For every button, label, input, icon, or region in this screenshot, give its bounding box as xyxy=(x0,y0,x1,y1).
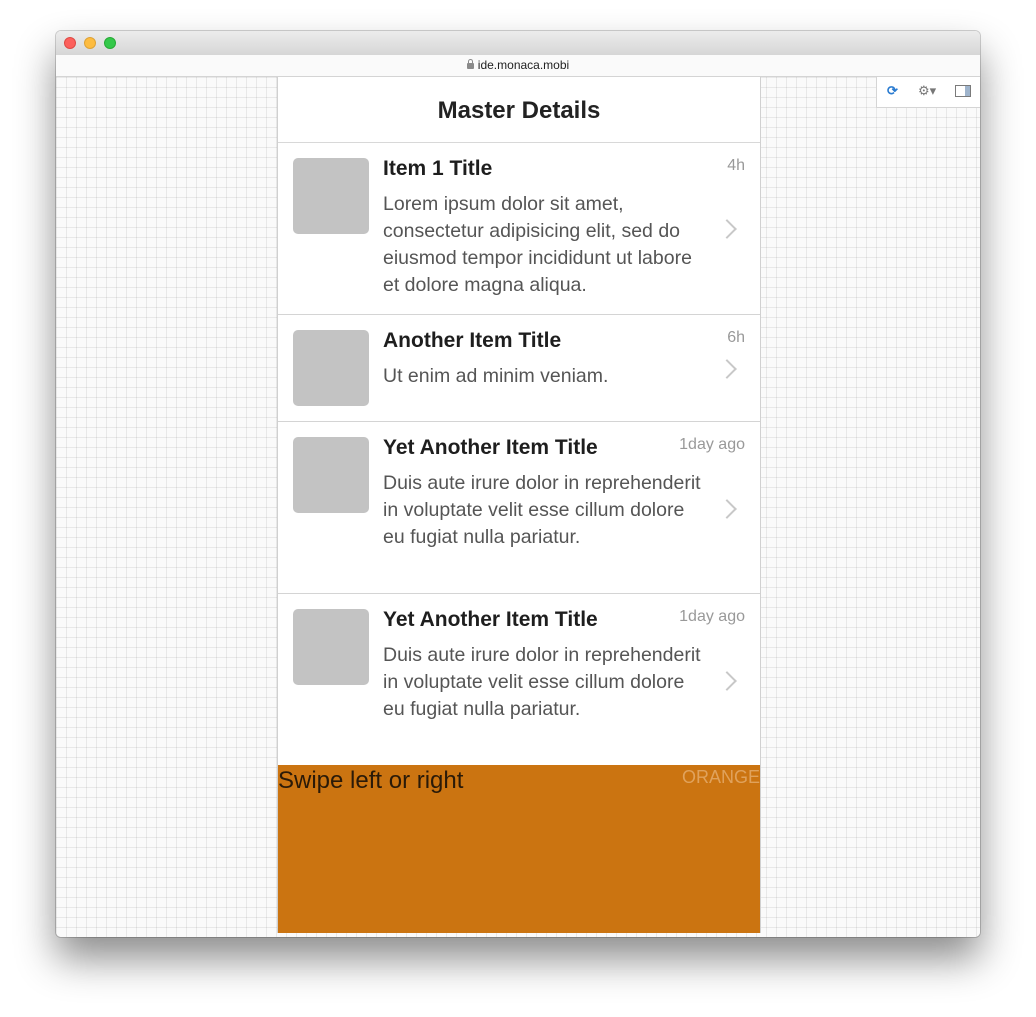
item-thumbnail xyxy=(293,330,369,406)
carousel-instruction: Swipe left or right xyxy=(278,767,464,794)
lock-icon xyxy=(466,59,474,69)
minimize-window-button[interactable] xyxy=(84,37,96,49)
item-time: 6h xyxy=(727,329,745,346)
item-title: Yet Another Item Title xyxy=(383,608,598,631)
list-item[interactable]: Another Item Title Ut enim ad minim veni… xyxy=(278,315,760,422)
item-title: Another Item Title xyxy=(383,329,562,352)
item-thumbnail xyxy=(293,609,369,685)
title-bar xyxy=(56,31,980,55)
chevron-right-icon xyxy=(717,671,737,691)
browser-window: ide.monaca.mobi ⟳ ⚙▾ Master Details Item… xyxy=(56,31,980,937)
preview-canvas: ⟳ ⚙▾ Master Details Item 1 Title Lorem i… xyxy=(56,77,980,937)
item-description: Ut enim ad minim veniam. xyxy=(383,365,609,387)
chevron-right-icon xyxy=(717,359,737,379)
device-preview: Master Details Item 1 Title Lorem ipsum … xyxy=(277,77,761,933)
close-window-button[interactable] xyxy=(64,37,76,49)
gear-icon[interactable]: ⚙▾ xyxy=(918,83,944,99)
list-item[interactable]: Yet Another Item Title Duis aute irure d… xyxy=(278,594,760,767)
carousel-item-label: ORANGE xyxy=(681,767,760,787)
item-time: 1day ago xyxy=(679,436,745,453)
item-title: Item 1 Title xyxy=(383,157,493,180)
refresh-icon[interactable]: ⟳ xyxy=(887,83,903,99)
maximize-window-button[interactable] xyxy=(104,37,116,49)
item-description: Duis aute irure dolor in reprehenderit i… xyxy=(383,644,701,720)
chevron-right-icon xyxy=(717,219,737,239)
item-time: 4h xyxy=(727,157,745,174)
page-title: Master Details xyxy=(278,77,760,143)
list-item[interactable]: Yet Another Item Title Duis aute irure d… xyxy=(278,422,760,594)
item-thumbnail xyxy=(293,437,369,513)
item-thumbnail xyxy=(293,158,369,234)
list-item[interactable]: Item 1 Title Lorem ipsum dolor sit amet,… xyxy=(278,143,760,315)
preview-toolbar: ⟳ ⚙▾ xyxy=(876,77,980,108)
item-description: Lorem ipsum dolor sit amet, consectetur … xyxy=(383,193,692,296)
swipe-carousel[interactable]: Swipe left or right ORANGE xyxy=(278,765,760,933)
address-bar[interactable]: ide.monaca.mobi xyxy=(56,55,980,77)
item-title: Yet Another Item Title xyxy=(383,436,598,459)
item-time: 1day ago xyxy=(679,608,745,625)
item-description: Duis aute irure dolor in reprehenderit i… xyxy=(383,472,701,548)
chevron-right-icon xyxy=(717,499,737,519)
panel-icon[interactable] xyxy=(955,83,971,99)
url-text: ide.monaca.mobi xyxy=(477,58,570,72)
